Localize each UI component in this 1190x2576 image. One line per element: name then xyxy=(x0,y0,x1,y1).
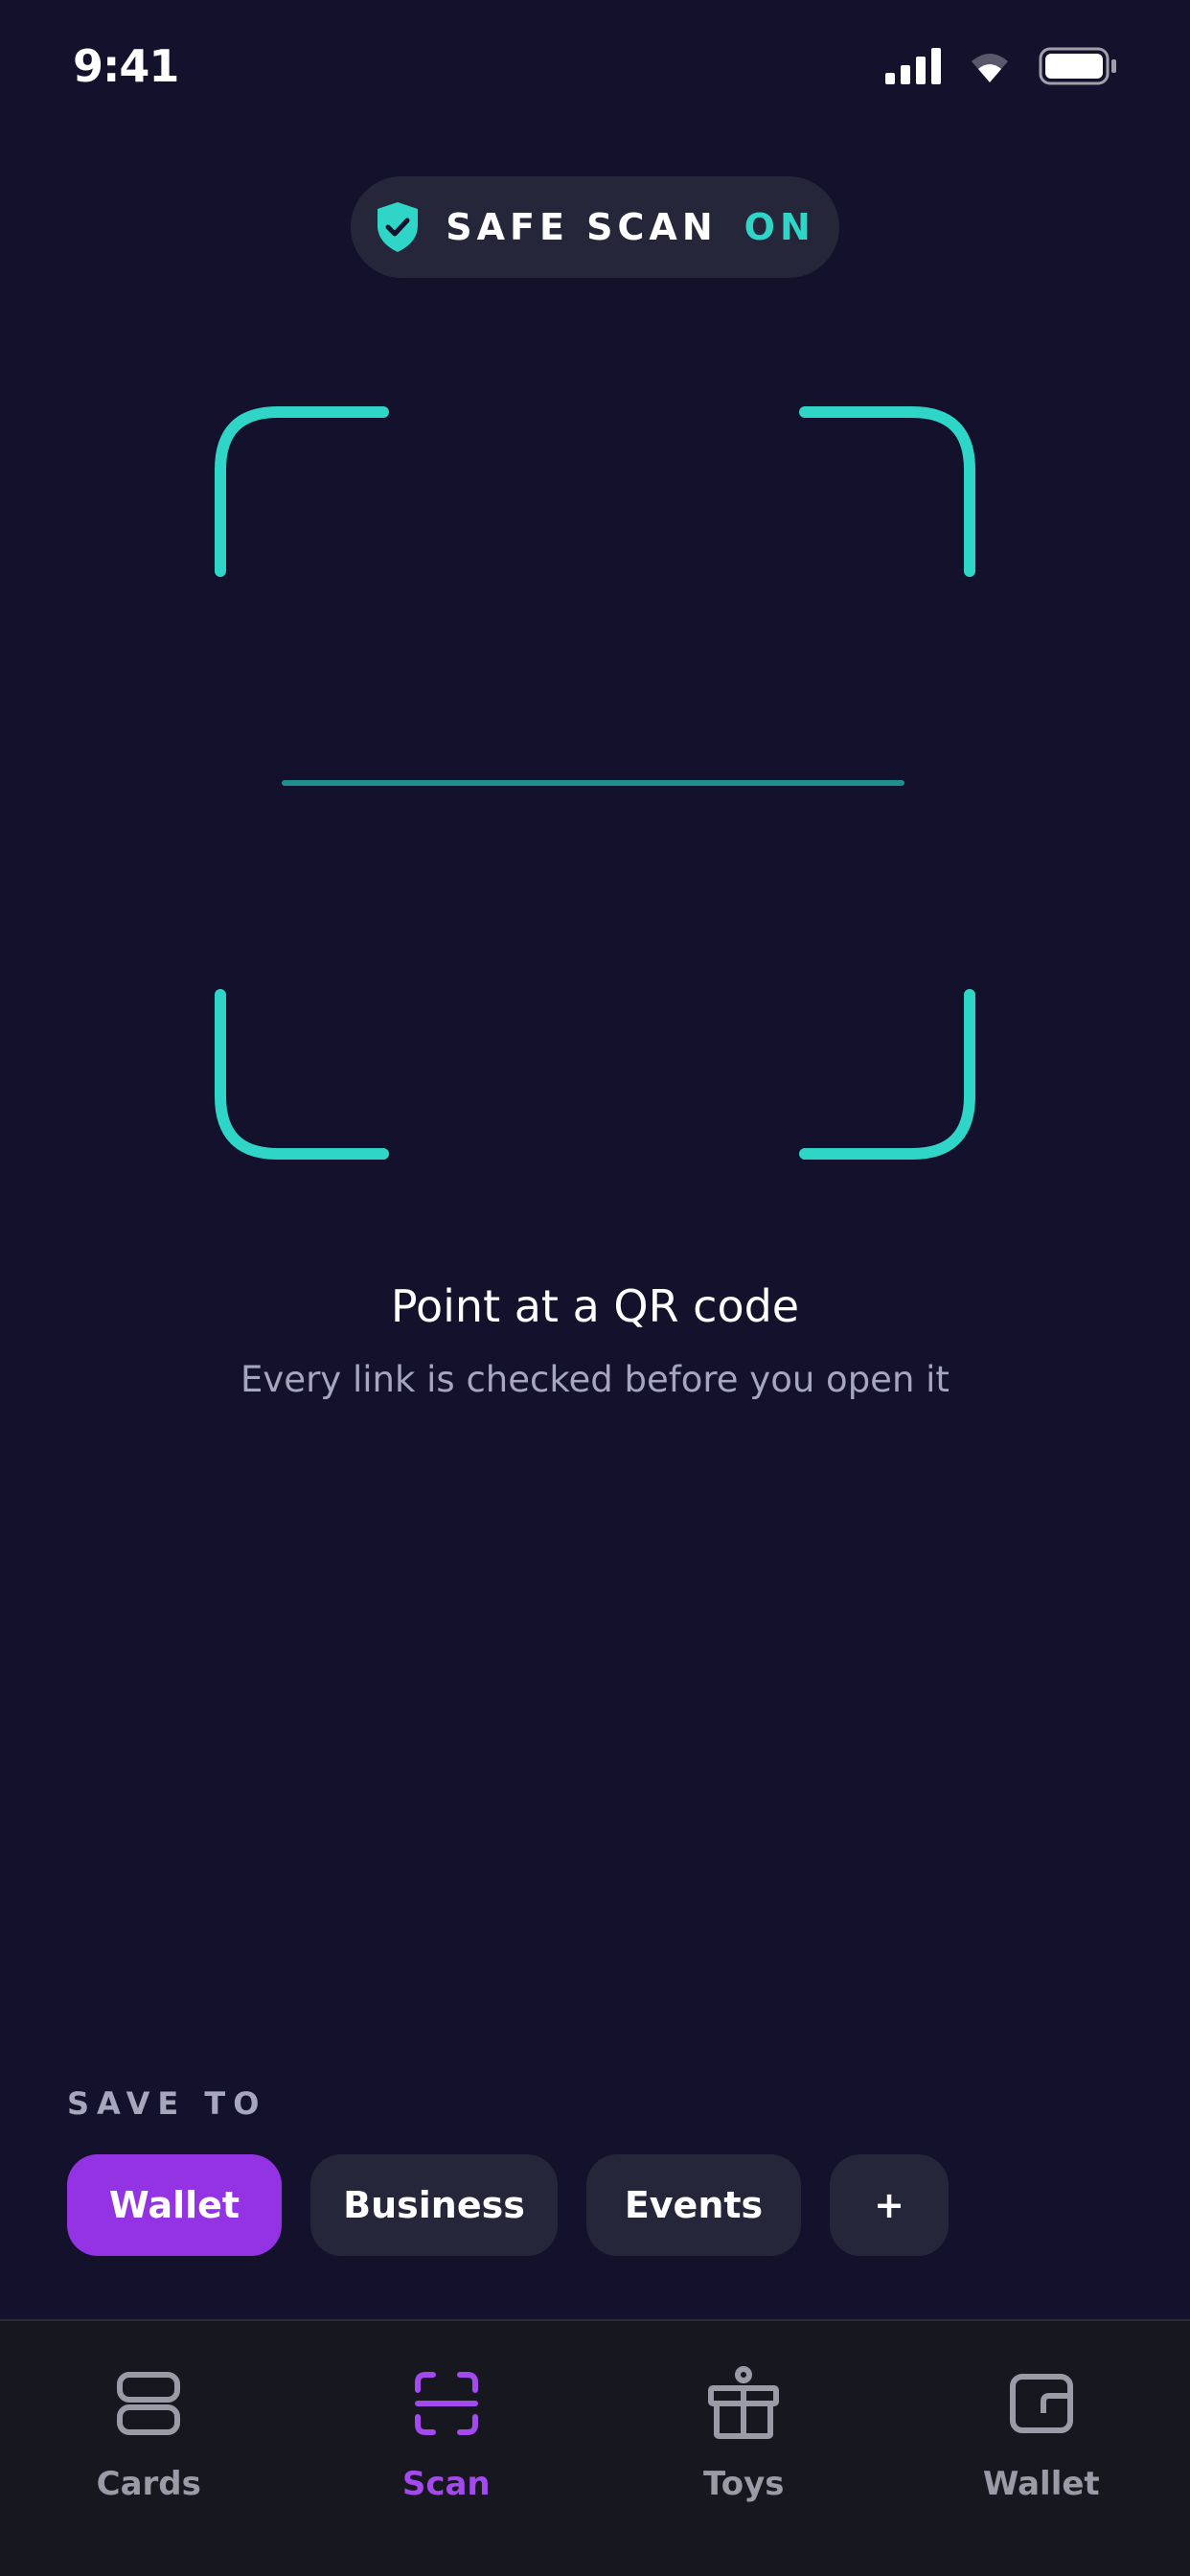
nav-label-cards: Cards xyxy=(96,2465,201,2503)
save-to-label: SAVE TO xyxy=(67,2085,267,2122)
battery-icon xyxy=(1039,47,1116,85)
nav-label-toys: Toys xyxy=(703,2465,785,2503)
safe-scan-toggle[interactable]: SAFE SCAN ON xyxy=(351,176,839,278)
save-to-chips: Wallet Business Events + xyxy=(67,2154,949,2256)
status-icons xyxy=(885,42,1117,90)
scan-screen: 9:41 SAFE SCAN ON Point at a QR code Eve… xyxy=(0,0,1190,2576)
chip-wallet[interactable]: Wallet xyxy=(67,2154,282,2256)
scanner-viewfinder xyxy=(215,402,975,1163)
shield-check-icon xyxy=(378,202,419,252)
safe-scan-label: SAFE SCAN xyxy=(446,206,718,248)
chip-business[interactable]: Business xyxy=(310,2154,558,2256)
add-folder-button[interactable]: + xyxy=(830,2154,949,2256)
nav-item-scan[interactable]: Scan xyxy=(298,2321,596,2576)
bottom-nav: Cards Scan Toys Wallet xyxy=(0,2319,1190,2576)
gift-icon xyxy=(708,2366,780,2439)
nav-item-toys[interactable]: Toys xyxy=(595,2321,893,2576)
prompt-subtitle: Every link is checked before you open it xyxy=(240,1359,950,1400)
nav-label-wallet: Wallet xyxy=(982,2465,1100,2503)
nav-item-cards[interactable]: Cards xyxy=(0,2321,298,2576)
scan-line xyxy=(282,780,904,786)
signal-icon xyxy=(885,48,941,84)
safe-scan-state: ON xyxy=(744,206,815,248)
cards-icon xyxy=(117,2372,181,2435)
nav-label-scan: Scan xyxy=(401,2465,491,2503)
scan-icon xyxy=(414,2372,478,2435)
prompt-title: Point at a QR code xyxy=(390,1280,800,1332)
status-time: 9:41 xyxy=(73,40,179,92)
nav-item-wallet[interactable]: Wallet xyxy=(893,2321,1190,2576)
chip-events[interactable]: Events xyxy=(586,2154,801,2256)
wifi-icon xyxy=(972,54,1008,82)
wallet-icon xyxy=(1009,2374,1073,2433)
